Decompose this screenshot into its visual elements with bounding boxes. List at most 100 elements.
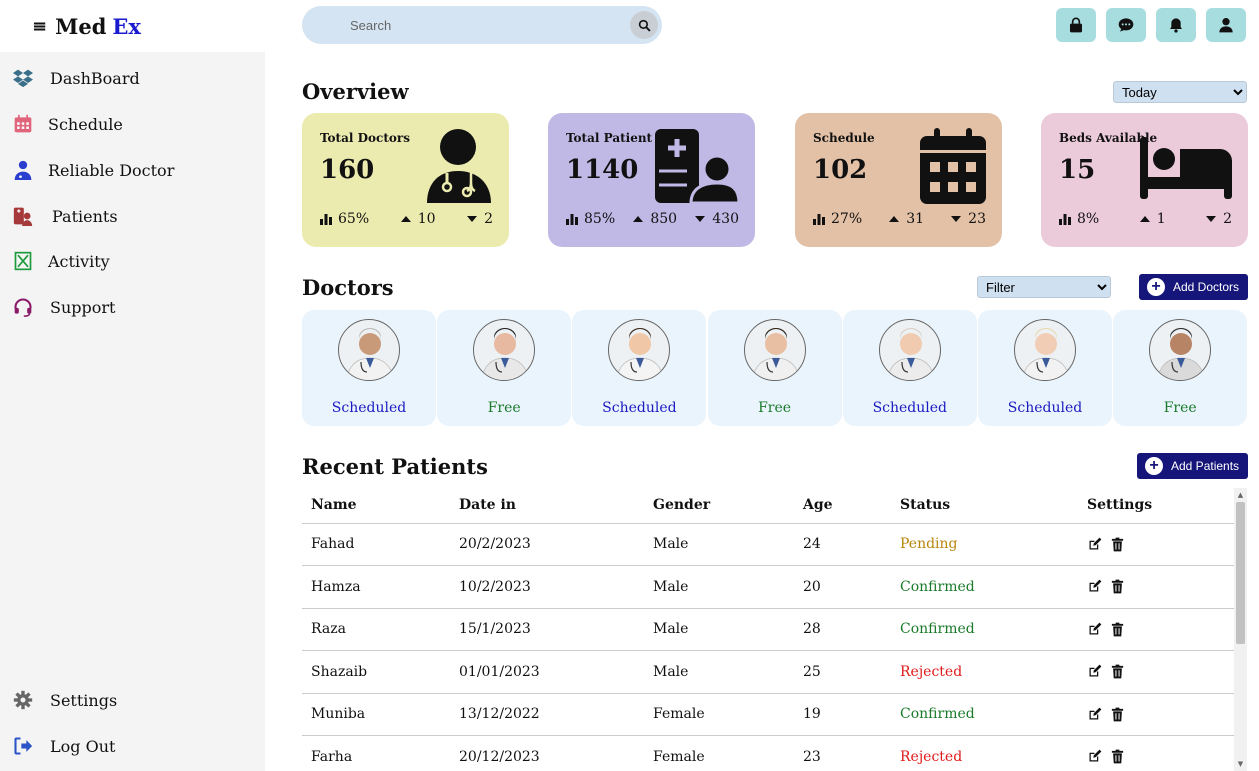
sidebar-item-label: Patients <box>52 206 118 226</box>
stat-percent: 65% <box>320 211 369 227</box>
stat-value: 160 <box>320 155 375 185</box>
stat-down: 2 <box>466 211 493 227</box>
trash-icon[interactable] <box>1110 664 1125 679</box>
calendar-days-icon <box>920 128 986 204</box>
sidebar-item-settings[interactable]: Settings <box>12 685 117 715</box>
scroll-down-arrow-icon[interactable]: ▼ <box>1236 759 1245 769</box>
search-input[interactable] <box>350 15 620 35</box>
doctor-avatar <box>338 319 400 381</box>
lock-icon[interactable] <box>1056 8 1096 42</box>
plus-icon: + <box>1145 457 1163 475</box>
patient-gender: Male <box>644 523 794 566</box>
patient-gender: Male <box>644 565 794 609</box>
period-select[interactable]: Today <box>1113 81 1247 103</box>
doctor-filter-select[interactable]: Filter <box>977 276 1111 298</box>
table-row: Raza 15/1/2023 Male 28 Confirmed <box>302 608 1234 651</box>
recent-patients-title: Recent Patients <box>302 454 488 479</box>
chart-bar-icon <box>813 214 825 225</box>
stat-card-patients: Total Patient 1140 85% 850 430 <box>548 113 755 247</box>
patient-settings <box>1078 693 1234 736</box>
sidebar-item-label: DashBoard <box>50 68 140 88</box>
sidebar-item-logout[interactable]: Log Out <box>12 731 115 761</box>
patients-table-container: Name Date in Gender Age Status Settings … <box>302 488 1247 771</box>
add-patients-button[interactable]: + Add Patients <box>1137 453 1248 479</box>
edit-icon[interactable] <box>1087 749 1102 764</box>
headset-icon <box>12 296 34 318</box>
doctor-card[interactable]: Scheduled <box>302 310 436 426</box>
caret-down-icon <box>695 216 706 222</box>
search-icon[interactable] <box>630 11 658 39</box>
patient-gender: Female <box>644 735 794 771</box>
doctor-status: Scheduled <box>331 400 407 416</box>
doctor-card[interactable]: Free <box>707 310 842 426</box>
edit-icon[interactable] <box>1087 707 1102 722</box>
edit-icon[interactable] <box>1087 664 1102 679</box>
brand-name-a: Med <box>55 13 107 39</box>
edit-icon[interactable] <box>1087 537 1102 552</box>
stat-percent: 85% <box>566 211 615 227</box>
scroll-up-arrow-icon[interactable]: ▲ <box>1236 490 1245 500</box>
caret-up-icon <box>1139 216 1150 222</box>
edit-icon[interactable] <box>1087 622 1102 637</box>
doctor-avatar <box>608 319 671 381</box>
table-row: Hamza 10/2/2023 Male 20 Confirmed <box>302 565 1234 609</box>
column-header: Status <box>891 488 1078 524</box>
doctor-avatar <box>1014 319 1076 381</box>
patient-status: Confirmed <box>891 693 1078 736</box>
bell-icon[interactable] <box>1156 8 1196 42</box>
patient-name: Hamza <box>302 565 450 609</box>
stat-up: 31 <box>888 211 924 227</box>
doctor-avatar <box>878 319 941 381</box>
trash-icon[interactable] <box>1110 579 1125 594</box>
patient-name: Shazaib <box>302 650 450 694</box>
doctor-card[interactable]: Scheduled <box>978 310 1112 426</box>
caret-down-icon <box>1206 216 1217 222</box>
scroll-thumb[interactable] <box>1236 502 1245 644</box>
stat-card-beds: Beds Available 15 8% 1 2 <box>1041 113 1248 247</box>
sidebar-item-reliable-doctor[interactable]: Reliable Doctor <box>12 155 174 185</box>
sidebar-item-dashboard[interactable]: DashBoard <box>12 63 140 93</box>
sidebar-item-schedule[interactable]: Schedule <box>12 109 123 139</box>
table-scrollbar[interactable]: ▲ ▼ <box>1234 488 1247 771</box>
trash-icon[interactable] <box>1110 537 1125 552</box>
user-icon[interactable] <box>1206 8 1246 42</box>
sidebar-nav: DashBoard Schedule Reliable Doctor Patie… <box>0 52 265 771</box>
doctor-card[interactable]: Scheduled <box>842 310 977 426</box>
chart-bar-icon <box>1059 214 1071 225</box>
chart-bar-icon <box>566 214 578 225</box>
stat-value: 102 <box>813 155 868 185</box>
add-doctors-button[interactable]: + Add Doctors <box>1139 274 1248 300</box>
edit-icon[interactable] <box>1087 579 1102 594</box>
doctor-status: Scheduled <box>1007 400 1083 416</box>
patient-settings <box>1078 608 1234 651</box>
top-actions <box>1056 8 1246 42</box>
sidebar-item-patients[interactable]: Patients <box>12 201 118 231</box>
doctor-card[interactable]: Scheduled <box>572 310 707 426</box>
stat-percent: 27% <box>813 211 862 227</box>
sidebar-item-activity[interactable]: Activity <box>12 246 110 276</box>
stat-down: 23 <box>950 211 986 227</box>
stat-label: Total Patient <box>566 131 653 145</box>
message-icon[interactable] <box>1106 8 1146 42</box>
trash-icon[interactable] <box>1110 622 1125 637</box>
doctor-status: Scheduled <box>872 400 948 416</box>
caret-up-icon <box>633 216 644 222</box>
hamburger-menu-icon[interactable]: ≡ <box>32 16 47 37</box>
stat-footer: 85% 850 430 <box>566 211 739 227</box>
stat-value: 15 <box>1059 155 1096 185</box>
doctor-card[interactable]: Free <box>1113 310 1248 426</box>
trash-icon[interactable] <box>1110 749 1125 764</box>
sidebar-item-support[interactable]: Support <box>12 292 115 322</box>
patient-age: 25 <box>794 650 891 694</box>
doctor-card[interactable]: Free <box>437 310 572 426</box>
sidebar-item-label: Log Out <box>50 736 116 756</box>
stat-card-schedule: Schedule 102 27% 31 23 <box>795 113 1002 247</box>
patient-gender: Male <box>644 650 794 694</box>
calendar-icon <box>12 113 34 135</box>
brand: ≡ Med Ex <box>0 0 265 52</box>
patient-settings <box>1078 523 1234 566</box>
patient-age: 19 <box>794 693 891 736</box>
trash-icon[interactable] <box>1110 707 1125 722</box>
chart-bar-icon <box>320 214 332 225</box>
doctor-status: Free <box>1163 400 1197 416</box>
